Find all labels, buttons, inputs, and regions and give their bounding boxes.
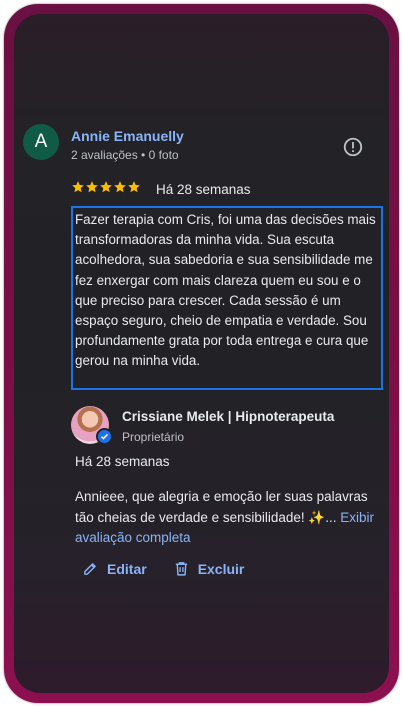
star-icon [128, 181, 140, 193]
reviewer-meta: 2 avaliações • 0 foto [71, 148, 179, 162]
delete-label: Excluir [197, 560, 245, 577]
reviewer-name[interactable]: Annie Emanuelly [71, 128, 184, 144]
reply-date: Há 28 semanas [75, 454, 170, 469]
pencil-icon [84, 563, 96, 575]
star-icon [100, 181, 112, 193]
owner-role: Proprietário [122, 430, 185, 444]
trash-icon [175, 562, 187, 576]
review-text: Fazer terapia com Cris, foi uma das deci… [71, 206, 383, 390]
reply-actions: Editar Excluir [82, 560, 244, 577]
reply-text: Annieee, que alegria e emoção ler suas p… [75, 487, 385, 549]
star-icon [86, 181, 98, 193]
edit-label: Editar [107, 560, 147, 577]
star-icon [72, 181, 84, 193]
delete-button[interactable]: Excluir [173, 560, 245, 577]
owner-name: Crissiane Melek | Hipnoterapeuta [122, 409, 335, 424]
edit-button[interactable]: Editar [82, 560, 147, 577]
device-frame: A Annie Emanuelly 2 avaliações • 0 foto … [4, 4, 399, 703]
verified-badge-icon [96, 428, 113, 445]
report-icon[interactable] [342, 136, 364, 158]
reply-body: Annieee, que alegria e emoção ler suas p… [75, 489, 368, 525]
reviewer-avatar[interactable]: A [23, 124, 59, 160]
star-icon [114, 181, 126, 193]
review-date: Há 28 semanas [156, 182, 251, 197]
review-screen: A Annie Emanuelly 2 avaliações • 0 foto … [14, 14, 389, 693]
rating-stars [71, 180, 141, 194]
